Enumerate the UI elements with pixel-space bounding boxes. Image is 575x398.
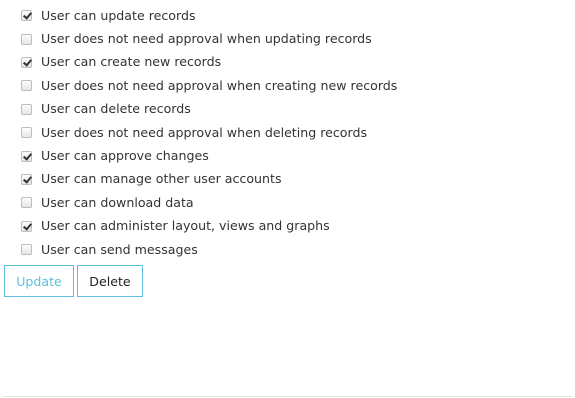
permission-checkbox[interactable] <box>21 244 32 256</box>
permission-item[interactable]: User can approve changes <box>21 144 397 167</box>
permissions-list: User can update records User does not ne… <box>21 4 397 261</box>
permission-label: User can approve changes <box>41 148 209 164</box>
permission-label: User does not need approval when updatin… <box>41 31 372 47</box>
permission-checkbox[interactable] <box>21 150 32 162</box>
permission-label: User can update records <box>41 7 196 23</box>
permission-checkbox[interactable] <box>21 197 32 209</box>
permission-item[interactable]: User does not need approval when updatin… <box>21 27 397 50</box>
delete-button[interactable]: Delete <box>77 265 143 297</box>
permission-item[interactable]: User can send messages <box>21 238 397 261</box>
action-buttons: Update Delete <box>4 265 143 297</box>
permission-label: User can send messages <box>41 241 198 257</box>
permission-label: User can delete records <box>41 101 191 117</box>
permission-checkbox[interactable] <box>21 10 32 22</box>
permission-checkbox[interactable] <box>21 103 32 115</box>
permission-item[interactable]: User can download data <box>21 191 397 214</box>
permission-item[interactable]: User can delete records <box>21 98 397 121</box>
permission-item[interactable]: User can administer layout, views and gr… <box>21 215 397 238</box>
permission-label: User can create new records <box>41 54 222 70</box>
permission-label: User can download data <box>41 194 194 210</box>
permission-item[interactable]: User does not need approval when deletin… <box>21 121 397 144</box>
permission-checkbox[interactable] <box>21 173 32 185</box>
permission-label: User does not need approval when deletin… <box>41 124 368 140</box>
permissions-panel: User can update records User does not ne… <box>0 0 575 398</box>
update-button[interactable]: Update <box>4 265 74 297</box>
divider <box>4 396 571 397</box>
permission-checkbox[interactable] <box>21 33 32 45</box>
permission-checkbox[interactable] <box>21 56 32 68</box>
permission-item[interactable]: User does not need approval when creatin… <box>21 74 397 97</box>
permission-checkbox[interactable] <box>21 220 32 232</box>
permission-label: User does not need approval when creatin… <box>41 77 398 93</box>
permission-item[interactable]: User can create new records <box>21 51 397 74</box>
permission-checkbox[interactable] <box>21 80 32 92</box>
permission-item[interactable]: User can manage other user accounts <box>21 168 397 191</box>
permission-item[interactable]: User can update records <box>21 4 397 27</box>
permission-label: User can manage other user accounts <box>41 171 282 187</box>
permission-checkbox[interactable] <box>21 127 32 139</box>
permission-label: User can administer layout, views and gr… <box>41 218 330 234</box>
